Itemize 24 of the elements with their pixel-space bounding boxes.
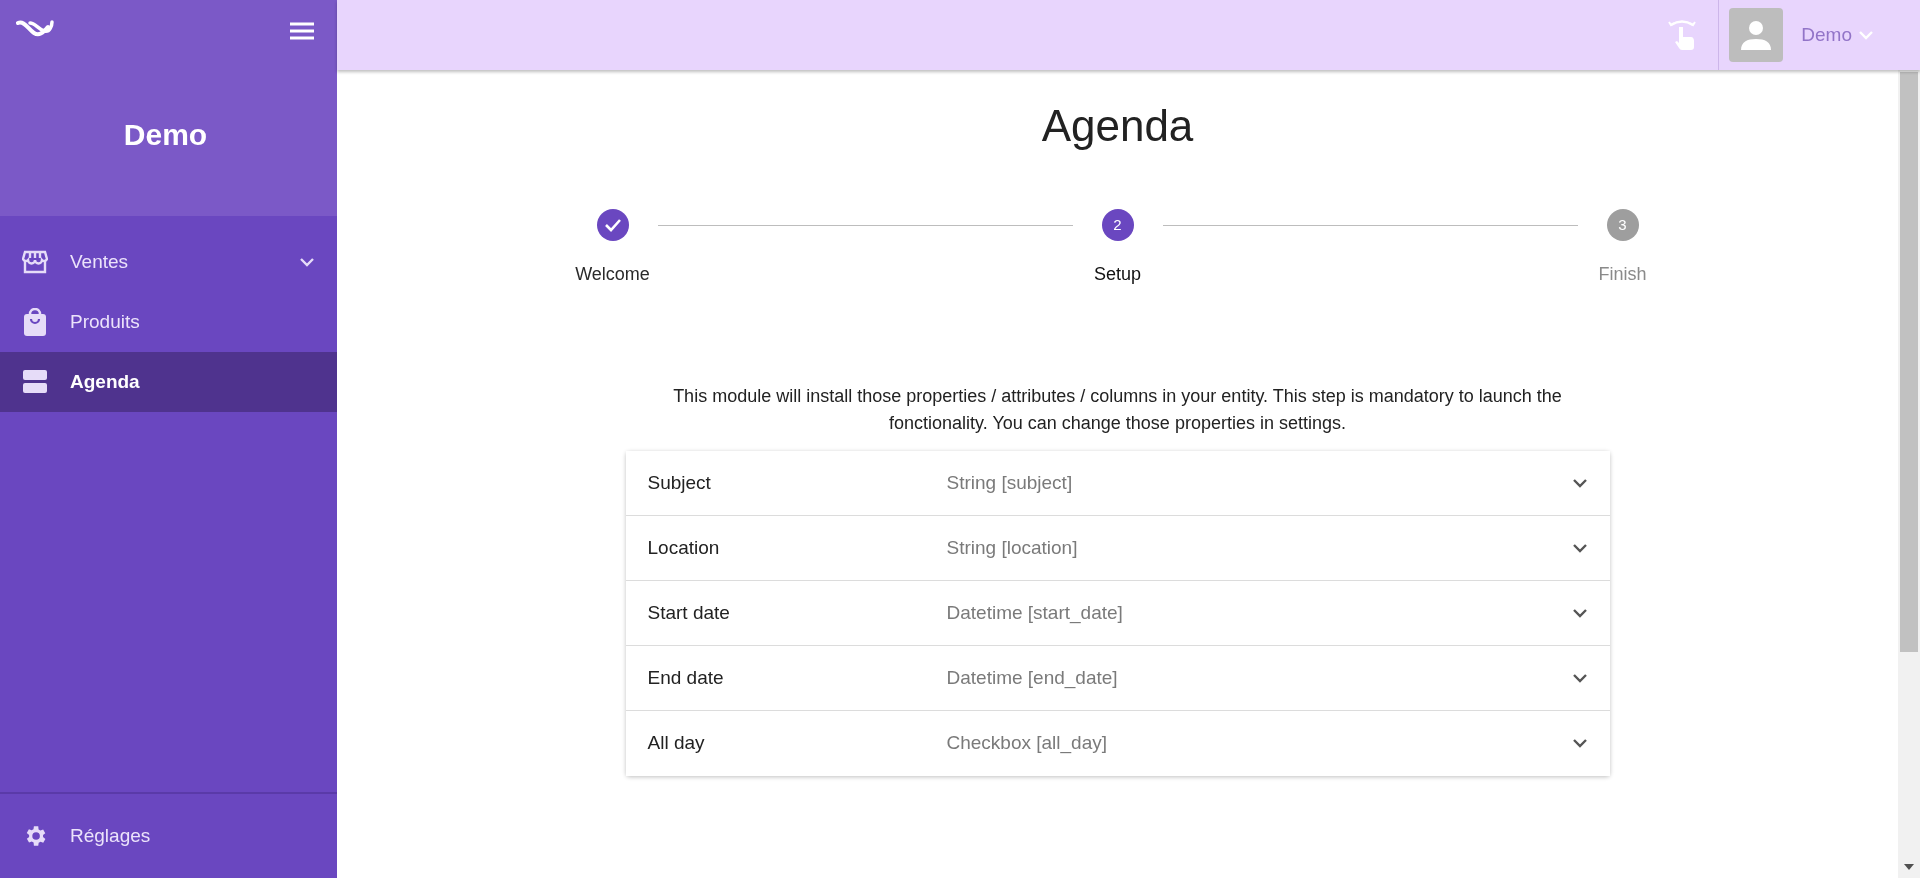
scrollbar-thumb[interactable] (1900, 72, 1918, 652)
settings-item[interactable]: Réglages (0, 806, 337, 866)
page-title: Agenda (1041, 100, 1194, 152)
step-indicator: 2 (1101, 208, 1134, 241)
step-label: Finish (1598, 262, 1647, 286)
sidebar-item[interactable]: Agenda (0, 352, 337, 412)
step-label: Welcome (575, 262, 650, 286)
property-row[interactable]: Start date Datetime [start_date] (625, 580, 1610, 646)
stacked-rows-icon (22, 370, 48, 394)
shopping-bag-icon (22, 308, 48, 336)
description-text: This module will install those properties / attributes / columns in your entity. This step is mandatory to launch the fonctionality. You can change those properties in settings. (672, 384, 1563, 435)
step-label: Setup (1093, 262, 1141, 286)
property-row[interactable]: Location String [location] (625, 515, 1610, 581)
step-indicator: 3 (1606, 208, 1639, 241)
property-row[interactable]: All day Checkbox [all_day] (625, 710, 1610, 776)
sidebar-title: Demo (122, 117, 209, 153)
sidebar-item[interactable]: Ventes (0, 232, 337, 292)
scroll-down-icon[interactable] (1904, 864, 1914, 870)
chevron-icon (1858, 30, 1874, 40)
sidebar-item[interactable]: Produits (0, 292, 337, 352)
property-row[interactable]: End date Datetime [end_date] (625, 645, 1610, 711)
property-row[interactable]: Subject String [subject] (625, 450, 1610, 516)
user-avatar (1729, 8, 1784, 62)
store-icon (22, 250, 48, 274)
